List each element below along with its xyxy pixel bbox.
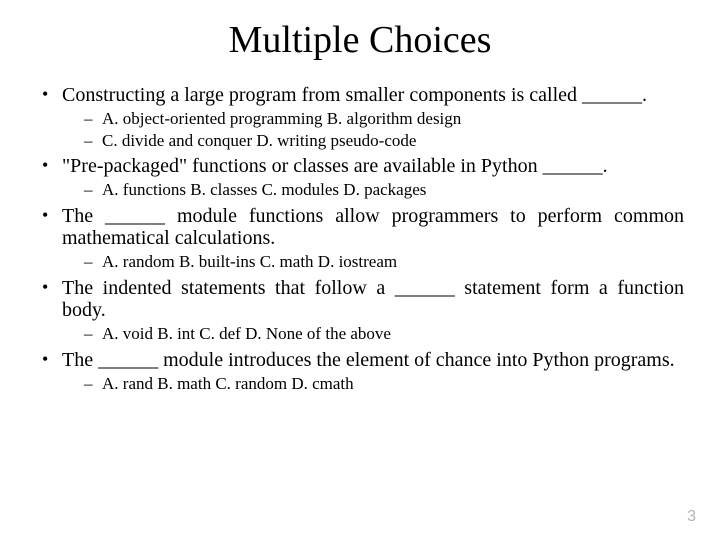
- question-item: The ______ module introduces the element…: [36, 349, 684, 395]
- slide: Multiple Choices Constructing a large pr…: [0, 0, 720, 394]
- option-list: A. object-oriented programming B. algori…: [84, 108, 684, 151]
- option-line: A. object-oriented programming B. algori…: [84, 108, 684, 129]
- question-item: Constructing a large program from smalle…: [36, 84, 684, 151]
- option-line: A. functions B. classes C. modules D. pa…: [84, 179, 684, 200]
- option-line: A. void B. int C. def D. None of the abo…: [84, 323, 684, 344]
- question-text: "Pre-packaged" functions or classes are …: [62, 155, 684, 177]
- option-line: A. rand B. math C. random D. cmath: [84, 373, 684, 394]
- question-text: Constructing a large program from smalle…: [62, 84, 684, 106]
- question-text: The ______ module functions allow progra…: [62, 205, 684, 250]
- option-line: C. divide and conquer D. writing pseudo-…: [84, 130, 684, 151]
- option-list: A. random B. built-ins C. math D. iostre…: [84, 251, 684, 272]
- question-item: The indented statements that follow a __…: [36, 277, 684, 345]
- question-item: The ______ module functions allow progra…: [36, 205, 684, 273]
- option-line: A. random B. built-ins C. math D. iostre…: [84, 251, 684, 272]
- question-list: Constructing a large program from smalle…: [36, 84, 684, 394]
- page-number: 3: [687, 508, 696, 526]
- option-list: A. void B. int C. def D. None of the abo…: [84, 323, 684, 344]
- option-list: A. rand B. math C. random D. cmath: [84, 373, 684, 394]
- question-item: "Pre-packaged" functions or classes are …: [36, 155, 684, 201]
- question-text: The ______ module introduces the element…: [62, 349, 684, 371]
- question-text: The indented statements that follow a __…: [62, 277, 684, 322]
- option-list: A. functions B. classes C. modules D. pa…: [84, 179, 684, 200]
- slide-title: Multiple Choices: [36, 18, 684, 62]
